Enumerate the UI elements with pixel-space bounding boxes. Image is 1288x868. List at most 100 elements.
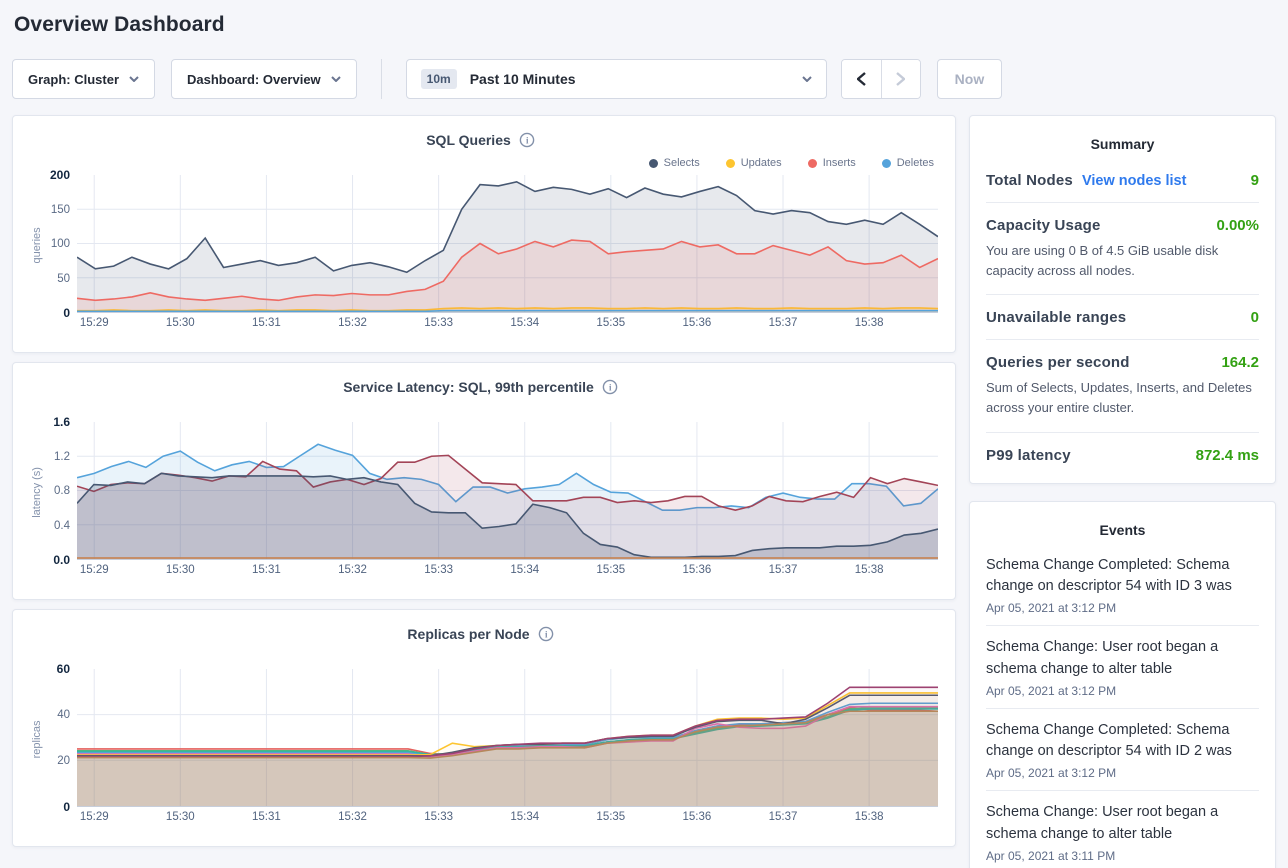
toolbar-divider (381, 59, 382, 99)
x-axis-tick: 15:33 (424, 811, 453, 823)
summary-row-capacity: Capacity Usage 0.00% You are using 0 B o… (986, 203, 1259, 295)
y-axis-tick: 40 (57, 709, 70, 721)
x-axis-tick: 15:31 (252, 564, 281, 576)
event-item[interactable]: Schema Change Completed: Schema change o… (986, 544, 1259, 627)
event-item[interactable]: Schema Change: User root began a schema … (986, 626, 1259, 709)
y-axis-tick: 0 (63, 800, 70, 814)
capacity-usage-desc: You are using 0 B of 4.5 GiB usable disk… (986, 241, 1259, 281)
graph-dropdown-label: Graph: Cluster (28, 72, 119, 87)
chart-legend: Selects Updates Inserts Deletes (23, 153, 934, 173)
now-button[interactable]: Now (937, 59, 1003, 99)
time-step-forward-button[interactable] (881, 60, 920, 98)
svg-text:i: i (526, 135, 529, 145)
x-axis-tick: 15:37 (769, 564, 798, 576)
x-axis-tick: 15:38 (855, 317, 884, 329)
x-axis-tick: 15:35 (596, 564, 625, 576)
dashboard-dropdown[interactable]: Dashboard: Overview (171, 59, 357, 99)
replicas-per-node-chart-panel: Replicas per Node i replicas 0204060 15:… (12, 609, 956, 847)
y-axis-tick: 60 (57, 662, 70, 676)
info-icon[interactable]: i (538, 626, 554, 642)
time-range-badge: 10m (421, 69, 457, 89)
y-axis-tick: 150 (51, 204, 70, 216)
dashboard-main: SQL Queries i Selects Updates Inserts De… (12, 115, 1276, 868)
x-axis-tick: 15:30 (166, 811, 195, 823)
x-axis-tick: 15:29 (80, 317, 109, 329)
x-axis-tick: 15:29 (80, 811, 109, 823)
chart-plot-area[interactable] (77, 175, 938, 313)
overview-dashboard-page: Overview Dashboard Graph: Cluster Dashbo… (0, 0, 1288, 868)
dashboard-dropdown-label: Dashboard: Overview (187, 72, 321, 87)
summary-row-total-nodes: Total Nodes View nodes list 9 (986, 158, 1259, 203)
chart-title: Service Latency: SQL, 99th percentile (343, 379, 594, 395)
event-timestamp: Apr 05, 2021 at 3:12 PM (986, 684, 1259, 698)
y-axis: 050100150200 (37, 175, 77, 313)
legend-item-inserts: Inserts (808, 157, 856, 169)
time-range-label: Past 10 Minutes (470, 71, 802, 87)
y-axis-tick: 200 (50, 168, 70, 182)
x-axis-tick: 15:38 (855, 564, 884, 576)
qps-label: Queries per second (986, 354, 1130, 371)
chevron-right-icon (896, 72, 905, 86)
event-text: Schema Change: User root began a schema … (986, 802, 1259, 846)
event-timestamp: Apr 05, 2021 at 3:11 PM (986, 849, 1259, 863)
chart-title: Replicas per Node (407, 626, 529, 642)
info-icon[interactable]: i (519, 132, 535, 148)
capacity-usage-value: 0.00% (1216, 217, 1259, 234)
x-axis-tick: 15:32 (338, 317, 367, 329)
x-axis-tick: 15:36 (683, 317, 712, 329)
time-range-picker[interactable]: 10m Past 10 Minutes (406, 59, 827, 99)
total-nodes-value: 9 (1251, 172, 1259, 189)
x-axis-tick: 15:30 (166, 317, 195, 329)
y-axis: 0204060 (37, 669, 77, 807)
y-axis-tick: 0 (63, 306, 70, 320)
summary-row-unavailable: Unavailable ranges 0 (986, 295, 1259, 340)
summary-row-qps: Queries per second 164.2 Sum of Selects,… (986, 340, 1259, 432)
toolbar: Graph: Cluster Dashboard: Overview 10m P… (12, 59, 1276, 99)
events-panel: Events Schema Change Completed: Schema c… (969, 501, 1276, 868)
event-timestamp: Apr 05, 2021 at 3:12 PM (986, 766, 1259, 780)
x-axis-tick: 15:34 (510, 811, 539, 823)
sql-queries-chart-panel: SQL Queries i Selects Updates Inserts De… (12, 115, 956, 353)
chart-title: SQL Queries (426, 132, 511, 148)
graph-dropdown[interactable]: Graph: Cluster (12, 59, 155, 99)
x-axis-tick: 15:32 (338, 811, 367, 823)
y-axis-tick: 0.0 (53, 553, 70, 567)
chart-plot-area[interactable] (77, 669, 938, 807)
legend-dot (726, 159, 735, 168)
legend-item-deletes: Deletes (882, 157, 934, 169)
x-axis-tick: 15:36 (683, 564, 712, 576)
qps-desc: Sum of Selects, Updates, Inserts, and De… (986, 378, 1259, 418)
page-title: Overview Dashboard (12, 0, 1276, 37)
x-axis-tick: 15:35 (596, 811, 625, 823)
legend-item-selects: Selects (649, 157, 700, 169)
event-text: Schema Change Completed: Schema change o… (986, 720, 1259, 764)
x-axis-tick: 15:31 (252, 811, 281, 823)
summary-row-p99: P99 latency 872.4 ms (986, 433, 1259, 477)
p99-latency-value: 872.4 ms (1196, 447, 1259, 464)
events-title: Events (986, 517, 1259, 544)
chart-plot-area[interactable] (77, 422, 938, 560)
chevron-left-icon (857, 72, 866, 86)
legend-dot (649, 159, 658, 168)
event-text: Schema Change Completed: Schema change o… (986, 555, 1259, 599)
x-axis-tick: 15:32 (338, 564, 367, 576)
legend-dot (808, 159, 817, 168)
x-axis-tick: 15:31 (252, 317, 281, 329)
time-step-back-button[interactable] (842, 60, 881, 98)
view-nodes-list-link[interactable]: View nodes list (1082, 173, 1187, 189)
info-icon[interactable]: i (602, 379, 618, 395)
x-axis: 15:2915:3015:3115:3215:3315:3415:3515:36… (77, 313, 938, 333)
y-axis-tick: 100 (51, 238, 70, 250)
service-latency-chart-panel: Service Latency: SQL, 99th percentile i … (12, 362, 956, 600)
event-item[interactable]: Schema Change Completed: Schema change o… (986, 709, 1259, 792)
y-axis: 0.00.40.81.21.6 (37, 422, 77, 560)
summary-panel: Summary Total Nodes View nodes list 9 Ca… (969, 115, 1276, 484)
capacity-usage-label: Capacity Usage (986, 217, 1101, 234)
svg-text:i: i (609, 382, 612, 392)
x-axis-tick: 15:30 (166, 564, 195, 576)
x-axis-tick: 15:33 (424, 564, 453, 576)
x-axis-tick: 15:37 (769, 317, 798, 329)
summary-title: Summary (986, 131, 1259, 158)
event-timestamp: Apr 05, 2021 at 3:12 PM (986, 601, 1259, 615)
event-item[interactable]: Schema Change: User root began a schema … (986, 791, 1259, 868)
